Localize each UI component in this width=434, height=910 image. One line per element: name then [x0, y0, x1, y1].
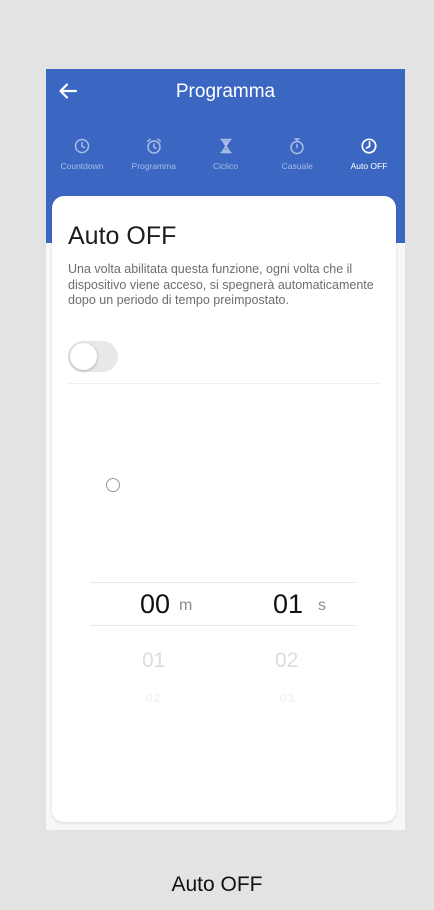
tab-label: Programma: [131, 161, 176, 171]
caption: Auto OFF: [171, 873, 263, 896]
touch-indicator: [106, 478, 120, 492]
tab-label: Casuale: [281, 161, 313, 171]
tab-programma[interactable]: Programma: [121, 137, 187, 171]
picker-top-line: [90, 582, 356, 583]
tab-label: Ciclico: [212, 161, 239, 171]
auto-off-card: Auto OFF Una volta abilitata questa funz…: [52, 196, 396, 822]
seconds-unit: s: [318, 597, 326, 614]
tab-countdown[interactable]: Countdown: [49, 137, 115, 171]
minutes-unit: m: [179, 597, 193, 614]
seconds-next[interactable]: 02: [275, 649, 298, 673]
seconds-next2: 03: [280, 691, 296, 705]
picker-bottom-line: [90, 625, 356, 626]
tab-ciclico[interactable]: Ciclico: [193, 137, 259, 171]
clock-filled-icon: [361, 138, 377, 154]
tab-label: Auto OFF: [350, 161, 388, 171]
auto-off-toggle[interactable]: [68, 341, 118, 372]
stopwatch-icon: [290, 138, 304, 155]
toggle-knob: [70, 343, 97, 370]
card-description: Una volta abilitata questa funzione, ogn…: [68, 262, 374, 307]
minutes-next2: 02: [146, 691, 162, 705]
page-title: Programma: [175, 81, 276, 102]
tab-label: Countdown: [60, 161, 104, 171]
phone-screen: Programma Countdown Programma Ciclico Ca…: [46, 69, 405, 830]
minutes-next[interactable]: 01: [142, 649, 165, 673]
seconds-selected[interactable]: 01: [273, 589, 303, 620]
tab-auto-off[interactable]: Auto OFF: [336, 137, 402, 171]
alarm-icon: [146, 138, 161, 154]
hourglass-icon: [220, 138, 231, 154]
tab-casuale[interactable]: Casuale: [264, 137, 330, 171]
mode-tabs: Countdown Programma Ciclico Casuale Auto…: [46, 137, 405, 171]
top-bar: Programma: [46, 69, 405, 117]
clock-icon: [74, 138, 90, 154]
card-title: Auto OFF: [68, 222, 177, 250]
minutes-selected[interactable]: 00: [140, 589, 170, 620]
divider: [68, 383, 380, 384]
